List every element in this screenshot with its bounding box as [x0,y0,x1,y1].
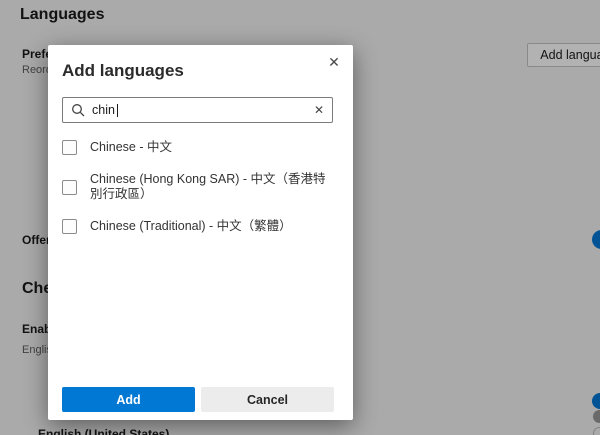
checkbox-icon[interactable] [62,219,77,234]
search-box[interactable]: ✕ [62,97,333,123]
add-languages-dialog: ✕ Add languages ✕ Chinese - 中文 Chinese (… [48,45,353,420]
language-label: Chinese (Traditional) - 中文（繁體） [90,219,292,234]
screen: Languages Preferred languages Reorder la… [0,0,600,435]
cancel-button[interactable]: Cancel [201,387,334,412]
search-icon [71,103,85,117]
close-icon[interactable]: ✕ [323,51,345,73]
text-caret [117,104,118,117]
language-option-row[interactable]: Chinese - 中文 [62,140,339,155]
search-input[interactable] [85,103,312,117]
add-button[interactable]: Add [62,387,195,412]
language-label: Chinese (Hong Kong SAR) - 中文（香港特別行政區） [90,172,336,202]
language-option-row[interactable]: Chinese (Traditional) - 中文（繁體） [62,219,339,234]
checkbox-icon[interactable] [62,180,77,195]
language-list: Chinese - 中文 Chinese (Hong Kong SAR) - 中… [62,140,339,251]
language-label: Chinese - 中文 [90,140,172,155]
checkbox-icon[interactable] [62,140,77,155]
language-option-row[interactable]: Chinese (Hong Kong SAR) - 中文（香港特別行政區） [62,172,339,202]
dialog-title: Add languages [62,61,184,81]
clear-search-icon[interactable]: ✕ [312,101,326,119]
